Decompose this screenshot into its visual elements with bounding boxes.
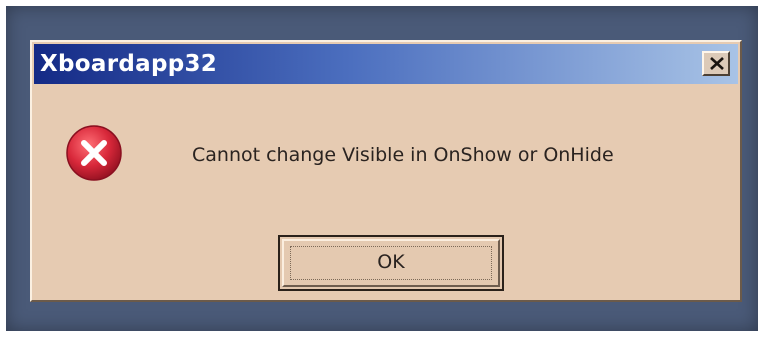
dialog-title: Xboardapp32 xyxy=(40,51,218,77)
close-button[interactable] xyxy=(702,51,730,76)
error-icon xyxy=(66,125,122,181)
close-x-icon xyxy=(710,57,724,70)
ok-button-label: OK xyxy=(377,251,405,273)
ok-button[interactable]: OK xyxy=(278,235,504,291)
error-message: Cannot change Visible in OnShow or OnHid… xyxy=(192,144,614,166)
error-dialog: Xboardapp32 Cannot change Visible in OnS… xyxy=(30,40,742,302)
dialog-titlebar[interactable]: Xboardapp32 xyxy=(34,44,738,84)
